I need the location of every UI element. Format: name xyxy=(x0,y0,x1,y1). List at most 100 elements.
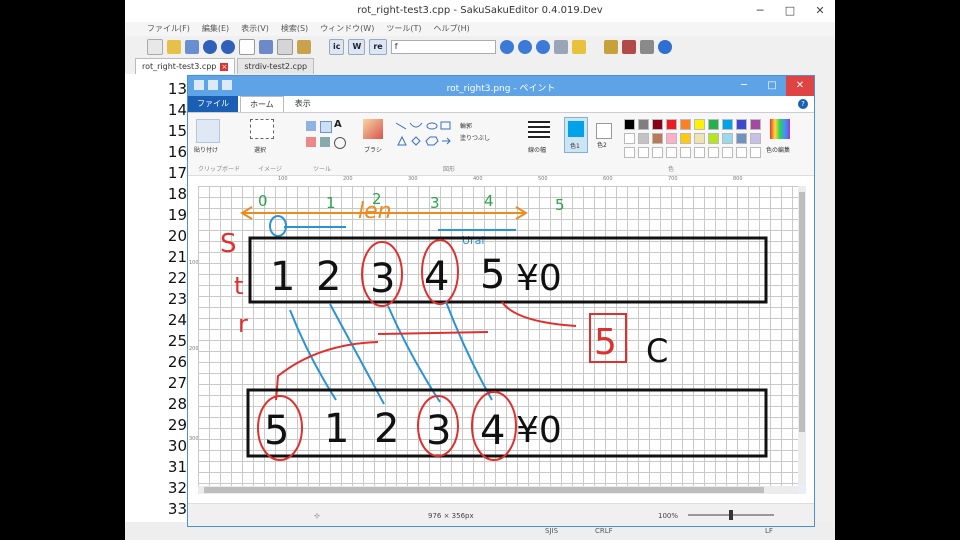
palette-swatch[interactable] xyxy=(722,133,733,144)
ignore-case-toggle[interactable]: ic xyxy=(329,39,345,55)
palette-swatch[interactable] xyxy=(736,119,747,130)
search-input[interactable]: f xyxy=(390,40,496,54)
paint-close-button[interactable]: ✕ xyxy=(786,76,814,96)
save-icon[interactable] xyxy=(185,40,199,54)
pencil-icon[interactable] xyxy=(306,121,316,131)
cut-icon[interactable] xyxy=(259,40,273,54)
tab-view[interactable]: 表示 xyxy=(286,96,320,112)
drawing-canvas[interactable]: len 0 1 2 3 4 5 Urai S t r 1 2 3 4 5 ¥0 … xyxy=(198,186,798,486)
menu-view[interactable]: 表示(V) xyxy=(241,22,269,36)
palette-swatch-empty[interactable] xyxy=(680,147,691,158)
palette-swatch-empty[interactable] xyxy=(750,147,761,158)
fill-icon[interactable] xyxy=(320,121,332,133)
color2-slot[interactable]: 色2 xyxy=(592,117,614,151)
palette-swatch-empty[interactable] xyxy=(694,147,705,158)
color1-slot[interactable]: 色1 xyxy=(564,117,588,153)
paste-icon[interactable] xyxy=(196,119,220,143)
close-tab-icon[interactable]: × xyxy=(220,63,229,71)
palette-swatch[interactable] xyxy=(750,119,761,130)
str-letter: t xyxy=(234,272,243,300)
palette-swatch[interactable] xyxy=(722,119,733,130)
maximize-button[interactable]: □ xyxy=(775,0,805,22)
pin-icon[interactable] xyxy=(639,40,654,54)
menu-window[interactable]: ウィンドウ(W) xyxy=(320,22,374,36)
palette-swatch[interactable] xyxy=(624,133,635,144)
line-number: 23 xyxy=(167,290,187,308)
magnifier-icon[interactable] xyxy=(334,137,346,149)
horizontal-scrollbar[interactable] xyxy=(198,486,798,494)
minimize-button[interactable]: ─ xyxy=(745,0,775,22)
blank-icon[interactable] xyxy=(239,39,255,55)
bookmark-icon[interactable] xyxy=(553,40,568,54)
palette-swatch[interactable] xyxy=(708,133,719,144)
undo-icon[interactable] xyxy=(203,40,217,54)
picker-icon[interactable] xyxy=(320,137,330,147)
shapes-gallery[interactable] xyxy=(394,119,454,153)
palette-swatch[interactable] xyxy=(750,133,761,144)
scroll-thumb[interactable] xyxy=(799,192,805,432)
palette-swatch[interactable] xyxy=(638,119,649,130)
help-icon[interactable]: ? xyxy=(798,99,808,109)
palette-swatch[interactable] xyxy=(652,133,663,144)
text-icon[interactable]: A xyxy=(334,119,342,130)
close-button[interactable]: ✕ xyxy=(805,0,835,22)
tab-file[interactable]: ファイル xyxy=(188,96,238,112)
palette-swatch[interactable] xyxy=(666,133,677,144)
palette-swatch-empty[interactable] xyxy=(666,147,677,158)
palette-swatch[interactable] xyxy=(736,133,747,144)
settings-icon[interactable] xyxy=(603,40,618,54)
select-icon[interactable] xyxy=(250,119,274,139)
open-folder-icon[interactable] xyxy=(167,40,181,54)
new-file-icon[interactable] xyxy=(147,39,163,55)
palette-swatch[interactable] xyxy=(652,119,663,130)
outline-label[interactable]: 輪郭 xyxy=(460,121,472,130)
palette-swatch[interactable] xyxy=(694,133,705,144)
zoom-percent: 100% xyxy=(658,512,679,520)
tab-rot-right-test3[interactable]: rot_right-test3.cpp × xyxy=(135,58,236,74)
palette-swatch[interactable] xyxy=(708,119,719,130)
fill-label[interactable]: 塗りつぶし xyxy=(460,133,490,142)
eraser-icon[interactable] xyxy=(306,137,316,147)
menu-file[interactable]: ファイル(F) xyxy=(147,22,190,36)
palette-swatch-empty[interactable] xyxy=(736,147,747,158)
zoom-slider-thumb[interactable] xyxy=(729,510,733,520)
tab-home[interactable]: ホーム xyxy=(240,96,284,112)
palette-swatch[interactable] xyxy=(666,119,677,130)
brush-icon[interactable] xyxy=(363,119,383,139)
tools-icon[interactable] xyxy=(621,40,636,54)
search-next-icon[interactable] xyxy=(517,40,532,54)
vertical-scrollbar[interactable] xyxy=(798,186,806,486)
redo-icon[interactable] xyxy=(221,40,235,54)
word-toggle[interactable]: W xyxy=(348,39,366,55)
search-down-icon[interactable] xyxy=(535,40,550,54)
palette-swatch-empty[interactable] xyxy=(708,147,719,158)
edit-colors-icon[interactable] xyxy=(770,119,790,139)
size-icon[interactable] xyxy=(528,121,550,139)
copy-icon[interactable] xyxy=(277,39,293,55)
menu-search[interactable]: 検索(S) xyxy=(281,22,308,36)
scroll-thumb[interactable] xyxy=(204,487,764,493)
palette-swatch[interactable] xyxy=(624,119,635,130)
paint-maximize-button[interactable]: □ xyxy=(758,76,786,96)
menu-tools[interactable]: ツール(T) xyxy=(386,22,421,36)
palette-swatch[interactable] xyxy=(680,119,691,130)
palette-swatch-empty[interactable] xyxy=(722,147,733,158)
tab-strdiv-test2[interactable]: strdiv-test2.cpp xyxy=(237,58,315,74)
palette-swatch[interactable] xyxy=(694,119,705,130)
palette-swatch-empty[interactable] xyxy=(638,147,649,158)
paste-icon[interactable] xyxy=(297,40,311,54)
paint-minimize-button[interactable]: ─ xyxy=(730,76,758,96)
color1-label: 色1 xyxy=(570,143,580,150)
palette-swatch[interactable] xyxy=(680,133,691,144)
palette-swatch-empty[interactable] xyxy=(652,147,663,158)
menu-edit[interactable]: 編集(E) xyxy=(202,22,229,36)
line-number: 31 xyxy=(167,458,187,476)
palette-swatch[interactable] xyxy=(638,133,649,144)
info-icon[interactable] xyxy=(657,40,672,54)
char-cell: ¥0 xyxy=(516,410,562,451)
lock-icon[interactable] xyxy=(571,40,586,54)
regex-toggle[interactable]: re xyxy=(369,39,387,55)
search-prev-icon[interactable] xyxy=(499,40,514,54)
menu-help[interactable]: ヘルプ(H) xyxy=(433,22,469,36)
palette-swatch-empty[interactable] xyxy=(624,147,635,158)
